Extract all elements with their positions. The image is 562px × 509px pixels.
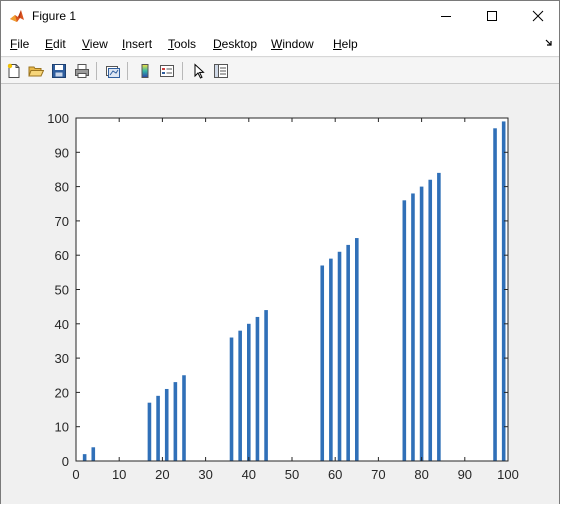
figure-canvas: 0 10 20 30 40 50 60 70 80 90 100 0 10 20 30 40 50 60 70 80 9… [1,85,559,504]
link-plot-icon [105,65,120,78]
bar [164,388,169,461]
x-tick-label: 90 [458,467,472,482]
menu-bar: File Edit View Insert Tools Desktop Wind… [1,32,559,57]
save-icon [51,63,66,78]
y-tick-label: 60 [55,248,69,263]
insert-colorbar-button[interactable] [135,61,154,80]
edit-plot-icon [194,62,205,79]
toolbar-separator [127,62,128,80]
save-button[interactable] [49,61,68,80]
menu-help[interactable]: Help [333,37,358,51]
dock-arrow-icon[interactable] [545,39,553,47]
x-tick-label: 70 [371,467,385,482]
menu-view[interactable]: View [82,37,108,51]
edit-plot-button[interactable] [189,61,208,80]
x-tick-label: 10 [112,467,126,482]
axes-background [76,118,508,461]
y-tick-label: 90 [55,145,69,160]
bar [147,402,152,461]
x-tick-label: 40 [242,467,256,482]
bar [428,179,433,461]
open-file-icon [27,66,44,76]
bar [320,265,325,461]
bar [156,395,160,461]
bar [238,330,242,461]
bar [173,382,178,461]
x-tick-label: 50 [285,467,299,482]
x-tick-label: 60 [328,467,342,482]
toolbar-separator [96,62,97,80]
bar [264,310,268,461]
bar [182,375,186,461]
y-tick-label: 30 [55,351,69,366]
x-tick-label: 30 [198,467,212,482]
menu-edit[interactable]: Edit [45,37,66,51]
bar [255,316,260,461]
bar [329,258,333,461]
open-file-button[interactable] [26,61,45,80]
bar [437,172,441,461]
minimize-icon [441,16,451,17]
insert-legend-icon [159,64,174,77]
bar [346,244,350,461]
x-tick-label: 0 [72,467,79,482]
x-tick-label: 100 [497,467,519,482]
bar [411,193,415,461]
toolbar-separator [182,62,183,80]
insert-legend-button[interactable] [157,61,176,80]
new-figure-icon [7,63,19,78]
print-icon [74,63,89,78]
y-tick-label: 100 [47,111,69,126]
figure-toolbar [1,58,559,84]
bar [91,447,96,461]
maximize-button[interactable] [469,1,515,31]
bar [419,186,424,461]
link-plot-button[interactable] [103,61,122,80]
y-tick-label: 70 [55,214,69,229]
menu-insert[interactable]: Insert [122,37,152,51]
maximize-icon [487,11,497,21]
y-tick-label: 10 [55,420,69,435]
new-figure-button[interactable] [4,61,23,80]
bar [402,200,407,461]
matlab-logo-icon [10,10,24,22]
figure-window: Figure 1 File Edit View Insert Tools Des… [0,0,560,504]
bar [247,323,251,461]
property-inspector-button[interactable] [211,61,230,80]
bar [229,337,234,461]
y-tick-label: 80 [55,180,69,195]
print-button[interactable] [72,61,91,80]
close-icon [532,10,544,22]
minimize-button[interactable] [423,1,469,31]
menu-tools[interactable]: Tools [168,37,196,51]
x-tick-label: 20 [155,467,169,482]
bar [337,251,342,461]
menu-window[interactable]: Window [271,37,314,51]
y-tick-label: 20 [55,385,69,400]
bar-chart[interactable]: 0 10 20 30 40 50 60 70 80 90 100 0 10 20 30 40 50 60 70 80 9… [1,85,561,504]
menu-file[interactable]: File [10,37,29,51]
bar [355,238,359,461]
bar [82,454,87,461]
y-tick-label: 40 [55,317,69,332]
x-tick-label: 80 [414,467,428,482]
title-bar[interactable]: Figure 1 [1,1,559,32]
y-tick-label: 0 [62,454,69,469]
insert-colorbar-icon [141,63,148,78]
window-title: Figure 1 [32,9,77,23]
bar [493,128,497,461]
close-button[interactable] [515,1,561,31]
property-inspector-icon [213,63,228,78]
y-tick-label: 50 [55,283,69,298]
bar [501,121,506,462]
menu-desktop[interactable]: Desktop [213,37,257,51]
